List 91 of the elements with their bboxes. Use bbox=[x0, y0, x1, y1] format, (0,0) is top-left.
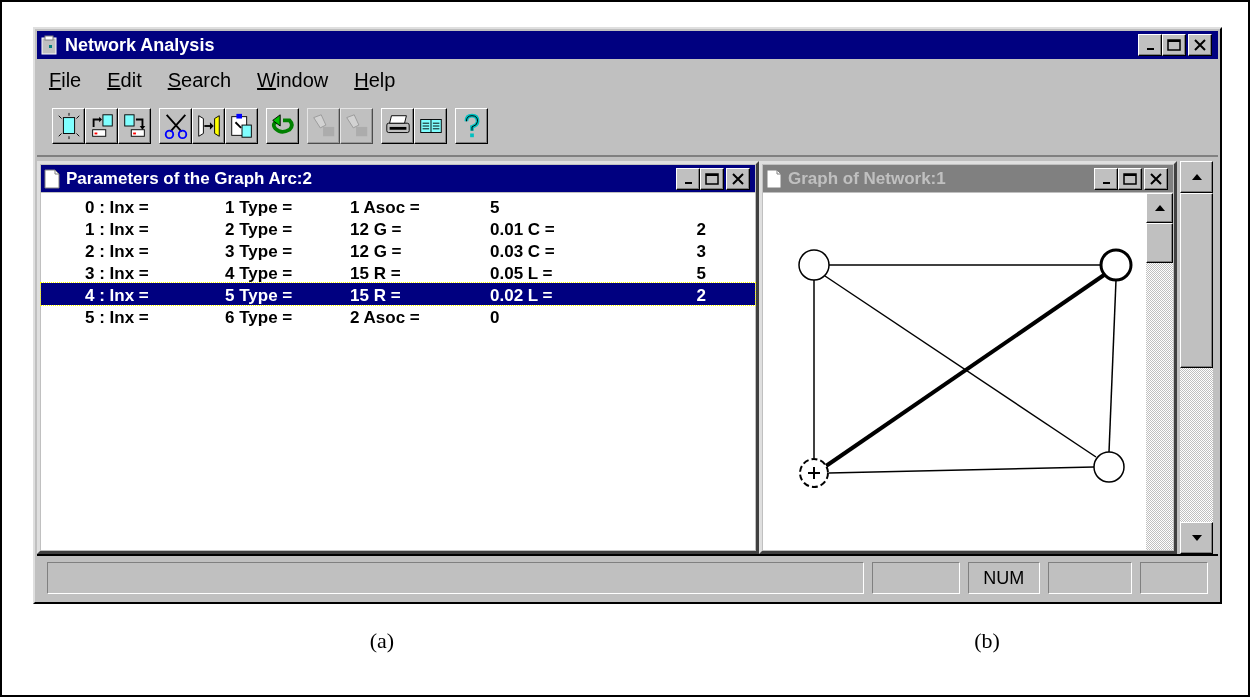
minimize-icon bbox=[684, 181, 692, 184]
application-icon bbox=[41, 35, 59, 55]
list-cell-text: 3 Type = bbox=[225, 241, 294, 263]
scrollbar[interactable] bbox=[1146, 193, 1173, 550]
toolbar-button[interactable] bbox=[159, 108, 192, 144]
maximize-button[interactable] bbox=[700, 167, 724, 190]
list-cell-text: 1 Asoc = bbox=[350, 197, 421, 219]
menu-item[interactable]: Window bbox=[257, 65, 329, 95]
maximize-button[interactable] bbox=[1118, 167, 1142, 190]
toolbar-button[interactable] bbox=[455, 108, 488, 144]
toolbar-button[interactable] bbox=[266, 108, 299, 144]
list-cell-text: 0 : Inx = bbox=[85, 197, 150, 219]
menu-item[interactable]: File bbox=[49, 65, 82, 95]
window-title: Network Analysis bbox=[65, 33, 215, 57]
list-cell-text: 0.02 L = bbox=[490, 285, 554, 307]
list-cell-text: 4 Type = bbox=[225, 263, 294, 285]
list-cell-text: 4 : Inx = bbox=[85, 285, 150, 307]
list-cell-text: 5 bbox=[490, 197, 501, 219]
close-button[interactable] bbox=[1188, 34, 1212, 56]
list-cell-text: 12 G = bbox=[350, 219, 403, 241]
scroll-thumb[interactable] bbox=[1146, 223, 1173, 263]
list-cell-text: 0 bbox=[490, 307, 501, 329]
minimize-icon bbox=[1102, 181, 1110, 184]
menu-item[interactable]: Edit bbox=[107, 65, 142, 95]
list-cell-text: 12 G = bbox=[350, 241, 403, 263]
list-row[interactable]: 1 : Inx = 2 Type = 12 G = 0.01 C = 2 bbox=[41, 217, 755, 239]
graph-node[interactable] bbox=[798, 249, 830, 281]
toolbar-button[interactable] bbox=[414, 108, 447, 144]
scroll-up-button[interactable] bbox=[1146, 193, 1173, 223]
close-icon bbox=[730, 171, 746, 186]
graph-node[interactable] bbox=[1099, 248, 1133, 282]
toolbar-button[interactable] bbox=[118, 108, 151, 144]
toolbar-button[interactable] bbox=[225, 108, 258, 144]
down-arrow-icon bbox=[1190, 534, 1203, 542]
list-cell-text: 3 bbox=[695, 241, 706, 263]
list-row[interactable]: 2 : Inx = 3 Type = 12 G = 0.03 C = 3 bbox=[41, 239, 755, 261]
scroll-thumb[interactable] bbox=[1180, 193, 1213, 368]
toolbar-button[interactable] bbox=[85, 108, 118, 144]
list-cell-text: 1 : Inx = bbox=[85, 219, 150, 241]
graph-node[interactable] bbox=[1093, 451, 1125, 483]
list-row[interactable]: 3 : Inx = 4 Type = 15 R = 0.05 L = 5 bbox=[41, 261, 755, 283]
up-arrow-icon bbox=[1153, 204, 1166, 212]
list-cell-text: 15 R = bbox=[350, 263, 402, 285]
minimize-button[interactable] bbox=[1094, 167, 1118, 190]
close-button[interactable] bbox=[726, 167, 750, 190]
list-cell-text: 5 Type = bbox=[225, 285, 294, 307]
list-cell-text: 2 bbox=[695, 219, 706, 241]
document-icon bbox=[766, 168, 782, 189]
list-cell-text: 0.03 C = bbox=[490, 241, 556, 263]
status-indicator: NUM bbox=[967, 562, 1040, 594]
status-panel bbox=[1140, 562, 1208, 594]
list-row[interactable]: 5 : Inx = 6 Type = 2 Asoc = 0 bbox=[41, 305, 755, 327]
list-cell-text: 2 bbox=[695, 285, 706, 307]
scrollbar[interactable] bbox=[1180, 161, 1213, 554]
list-row[interactable]: 4 : Inx = 5 Type = 15 R = 0.02 L = 2 bbox=[41, 283, 755, 305]
list-cell-text: 5 : Inx = bbox=[85, 307, 150, 329]
menu-item[interactable]: Search bbox=[167, 65, 232, 95]
list-cell-text: 2 Asoc = bbox=[350, 307, 421, 329]
up-arrow-icon bbox=[1190, 173, 1203, 181]
list-cell-text: 0.01 C = bbox=[490, 219, 556, 241]
figure-caption: (b) bbox=[974, 627, 1000, 655]
window-title: Graph of Network:1 bbox=[788, 167, 946, 190]
maximize-icon bbox=[1166, 38, 1182, 52]
list-cell-text: 1 Type = bbox=[225, 197, 294, 219]
toolbar-button[interactable] bbox=[381, 108, 414, 144]
list-cell-text: 2 : Inx = bbox=[85, 241, 150, 263]
minimize-button[interactable] bbox=[1138, 34, 1162, 56]
minimize-button[interactable] bbox=[676, 167, 700, 190]
menu-item[interactable]: Help bbox=[354, 65, 396, 95]
toolbar-button[interactable] bbox=[52, 108, 85, 144]
close-button[interactable] bbox=[1144, 167, 1168, 190]
close-icon bbox=[1192, 38, 1208, 52]
scroll-up-button[interactable] bbox=[1180, 161, 1213, 193]
list-cell-text: 2 Type = bbox=[225, 219, 294, 241]
list-cell-text: 6 Type = bbox=[225, 307, 294, 329]
minimize-icon bbox=[1146, 48, 1154, 50]
list-cell-text: 5 bbox=[695, 263, 706, 285]
toolbar-button[interactable] bbox=[192, 108, 225, 144]
document-icon bbox=[44, 168, 60, 189]
maximize-icon bbox=[1122, 171, 1138, 186]
scroll-down-button[interactable] bbox=[1180, 522, 1213, 554]
list-cell-text: 0.05 L = bbox=[490, 263, 554, 285]
close-icon bbox=[1148, 171, 1164, 186]
list-cell-text: 3 : Inx = bbox=[85, 263, 150, 285]
window-title: Parameters of the Graph Arc:2 bbox=[66, 167, 312, 190]
graph-node[interactable] bbox=[799, 458, 829, 488]
list-row[interactable]: 0 : Inx = 1 Type = 1 Asoc = 5 bbox=[41, 195, 755, 217]
figure-caption: (a) bbox=[369, 627, 395, 655]
maximize-icon bbox=[704, 171, 720, 186]
list-cell-text: 15 R = bbox=[350, 285, 402, 307]
maximize-button[interactable] bbox=[1162, 34, 1186, 56]
